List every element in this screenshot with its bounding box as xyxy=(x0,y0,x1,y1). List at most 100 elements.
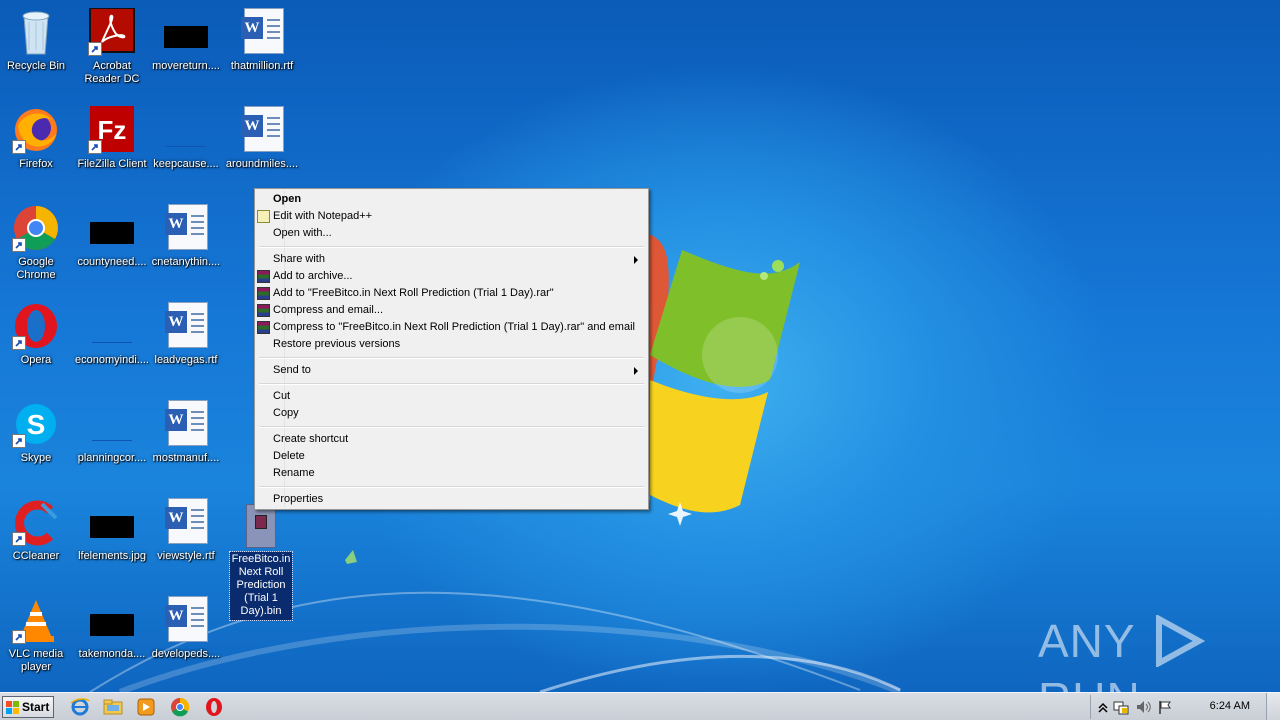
word-doc-icon: W xyxy=(162,498,210,546)
desktop-icon-countyneed[interactable]: countyneed.... xyxy=(74,198,150,290)
desktop-icon-aroundmiles[interactable]: W aroundmiles.... xyxy=(224,100,300,192)
menu-item-compress-rar-email[interactable]: Compress to "FreeBitco.in Next Roll Pred… xyxy=(257,319,646,336)
desktop-icon-takemonda[interactable]: takemonda.... xyxy=(74,590,150,682)
menu-item-label: Send to xyxy=(273,364,311,376)
winrar-icon xyxy=(257,287,270,300)
menu-separator xyxy=(257,379,646,388)
desktop-icon-cnetanything[interactable]: W cnetanythin.... xyxy=(148,198,224,290)
desktop-icon-keepcause[interactable]: keepcause.... xyxy=(148,100,224,192)
desktop-icon-label: viewstyle.rtf xyxy=(157,550,215,562)
word-doc-icon: W xyxy=(162,400,210,448)
network-icon[interactable] xyxy=(1113,699,1129,715)
desktop-icon-label: cnetanythin.... xyxy=(151,256,221,268)
menu-separator xyxy=(257,482,646,491)
vlc-icon xyxy=(12,596,60,644)
anyrun-watermark: ANY RUN xyxy=(1038,610,1280,692)
desktop-icon-filezilla[interactable]: Fz FileZilla Client xyxy=(74,100,150,192)
desktop-icon-vlc[interactable]: VLC media player xyxy=(0,590,74,682)
desktop-icon-lfelements[interactable]: lfelements.jpg xyxy=(74,492,150,584)
menu-item-add-archive[interactable]: Add to archive... xyxy=(257,268,646,285)
desktop-icon-thatmillion[interactable]: W thatmillion.rtf xyxy=(224,2,300,94)
desktop-icon-label: FileZilla Client xyxy=(77,158,147,170)
menu-item-open-with[interactable]: Open with... xyxy=(257,225,646,242)
menu-item-label: Add to "FreeBitco.in Next Roll Predictio… xyxy=(273,287,554,299)
menu-item-compress-email[interactable]: Compress and email... xyxy=(257,302,646,319)
menu-item-share-with[interactable]: Share with xyxy=(257,251,646,268)
desktop-icon-label: Recycle Bin xyxy=(6,60,66,72)
menu-item-add-to-rar[interactable]: Add to "FreeBitco.in Next Roll Predictio… xyxy=(257,285,646,302)
opera-icon xyxy=(12,302,60,350)
windows-logo-icon xyxy=(6,701,19,714)
desktop-icon-movereturn[interactable]: movereturn.... xyxy=(148,2,224,94)
desktop-icon-economyindi[interactable]: economyindi.... xyxy=(74,296,150,388)
notepad-plus-plus-icon xyxy=(257,210,270,223)
taskbar: Start 6:24 AM xyxy=(0,692,1280,720)
desktop-icon-skype[interactable]: S Skype xyxy=(0,394,74,486)
desktop-icon-label: takemonda.... xyxy=(78,648,146,660)
menu-item-label: Share with xyxy=(273,253,325,265)
winrar-icon xyxy=(257,321,270,334)
internet-explorer-icon[interactable] xyxy=(70,697,90,717)
menu-item-cut[interactable]: Cut xyxy=(257,388,646,405)
winrar-icon xyxy=(257,304,270,317)
desktop-icon-freebitco-bin[interactable]: FreeBitco.in Next Roll Prediction (Trial… xyxy=(229,500,293,621)
desktop-icon-label: VLC media player xyxy=(8,648,64,673)
desktop-icon-label: planningcor.... xyxy=(77,452,147,464)
desktop-icon-opera[interactable]: Opera xyxy=(0,296,74,388)
desktop-icon-planningcor[interactable]: planningcor.... xyxy=(74,394,150,486)
clock[interactable]: 6:24 AM xyxy=(1210,700,1250,712)
desktop-icon-mostmanuf[interactable]: W mostmanuf.... xyxy=(148,394,224,486)
menu-item-properties[interactable]: Properties xyxy=(257,491,646,508)
menu-item-delete[interactable]: Delete xyxy=(257,448,646,465)
menu-item-copy[interactable]: Copy xyxy=(257,405,646,422)
blank-file-icon xyxy=(88,400,136,448)
word-doc-icon: W xyxy=(162,204,210,252)
desktop-icon-leadvegas[interactable]: W leadvegas.rtf xyxy=(148,296,224,388)
desktop-icon-label: mostmanuf.... xyxy=(152,452,220,464)
context-menu: Open Edit with Notepad++ Open with... Sh… xyxy=(254,188,649,510)
menu-item-edit-notepad[interactable]: Edit with Notepad++ xyxy=(257,208,646,225)
word-doc-icon: W xyxy=(238,8,286,56)
menu-separator xyxy=(257,353,646,362)
recycle-bin-icon xyxy=(12,8,60,56)
action-center-flag-icon[interactable] xyxy=(1157,699,1173,715)
show-desktop-button[interactable] xyxy=(1266,693,1280,720)
menu-item-label: Open xyxy=(273,193,302,205)
desktop-icon-ccleaner[interactable]: CCleaner xyxy=(0,492,74,584)
volume-icon[interactable] xyxy=(1135,699,1151,715)
menu-item-open[interactable]: Open xyxy=(257,191,646,208)
system-tray: 6:24 AM xyxy=(1090,695,1262,719)
explorer-folder-icon[interactable] xyxy=(103,697,123,717)
shortcut-arrow-icon xyxy=(12,532,26,546)
menu-item-label: Cut xyxy=(273,390,291,402)
desktop-icon-label: thatmillion.rtf xyxy=(230,60,294,72)
desktop-icon-label: keepcause.... xyxy=(153,158,219,170)
desktop-icon-chrome[interactable]: Google Chrome xyxy=(0,198,74,290)
menu-item-label: Add to archive... xyxy=(273,270,353,282)
menu-item-restore-versions[interactable]: Restore previous versions xyxy=(257,336,646,353)
firefox-icon xyxy=(12,106,60,154)
desktop-icon-label: lfelements.jpg xyxy=(78,550,146,562)
desktop-icon-recycle-bin[interactable]: Recycle Bin xyxy=(0,2,74,94)
menu-item-send-to[interactable]: Send to xyxy=(257,362,646,379)
desktop-icon-firefox[interactable]: Firefox xyxy=(0,100,74,192)
desktop-icon-viewstyle[interactable]: W viewstyle.rtf xyxy=(148,492,224,584)
show-hidden-icons-chevron-icon[interactable] xyxy=(1095,699,1111,715)
menu-separator xyxy=(257,242,646,251)
submenu-arrow-icon xyxy=(634,367,638,375)
blank-file-icon xyxy=(162,106,210,154)
desktop-icon-label: Opera xyxy=(20,354,52,366)
media-player-icon[interactable] xyxy=(136,697,156,717)
shortcut-arrow-icon xyxy=(12,140,26,154)
chrome-icon[interactable] xyxy=(170,697,190,717)
submenu-arrow-icon xyxy=(634,256,638,264)
desktop-icon-developeds[interactable]: W developeds.... xyxy=(148,590,224,682)
menu-item-create-shortcut[interactable]: Create shortcut xyxy=(257,431,646,448)
opera-icon[interactable] xyxy=(204,697,224,717)
start-button[interactable]: Start xyxy=(2,696,54,718)
ccleaner-icon xyxy=(12,498,60,546)
menu-item-label: Compress and email... xyxy=(273,304,384,316)
desktop-icon-acrobat[interactable]: Acrobat Reader DC xyxy=(74,2,150,94)
desktop-icon-label: Acrobat Reader DC xyxy=(84,60,140,85)
menu-item-rename[interactable]: Rename xyxy=(257,465,646,482)
